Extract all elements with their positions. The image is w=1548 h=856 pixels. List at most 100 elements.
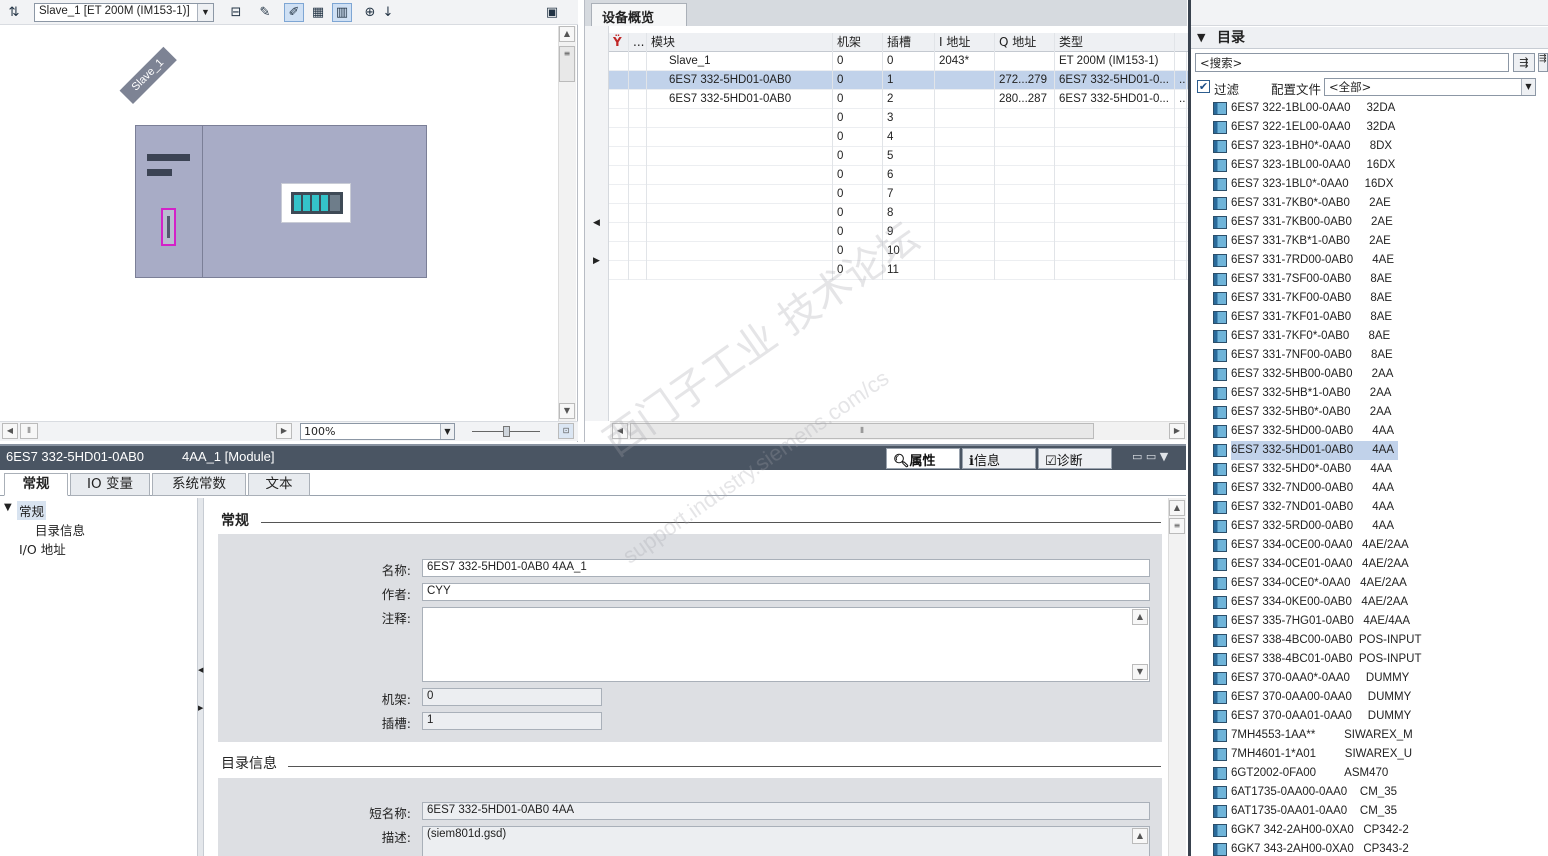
table-cell-slot[interactable]: 5 bbox=[883, 147, 935, 166]
table-cell-type[interactable] bbox=[1055, 204, 1175, 223]
table-cell-q-addr[interactable] bbox=[995, 223, 1055, 242]
list-item[interactable]: 6GK7 343-2AH00-0XA0 CP343-2 bbox=[1211, 840, 1531, 856]
table-cell-q-addr[interactable] bbox=[995, 261, 1055, 280]
expand-right-icon[interactable]: ▶ bbox=[593, 256, 600, 266]
table-cell-slot[interactable]: 8 bbox=[883, 204, 935, 223]
device-canvas[interactable]: Slave_1 bbox=[0, 26, 557, 419]
table-row[interactable]: 06 bbox=[609, 166, 1211, 185]
table-cell-q-addr[interactable]: 280...287 bbox=[995, 90, 1055, 109]
table-cell-more[interactable] bbox=[1175, 242, 1187, 261]
device-label-tag[interactable]: Slave_1 bbox=[119, 46, 177, 104]
scroll-right-icon[interactable]: ▶ bbox=[1169, 423, 1185, 439]
table-cell-slot[interactable]: 6 bbox=[883, 166, 935, 185]
table-cell-q-addr[interactable] bbox=[995, 242, 1055, 261]
column-header[interactable]: 机架 bbox=[833, 33, 883, 52]
table-cell-rack[interactable]: 0 bbox=[833, 166, 883, 185]
list-item[interactable]: 6ES7 332-5HD01-0AB0 4AA bbox=[1211, 441, 1531, 460]
table-cell-rack[interactable]: 0 bbox=[833, 204, 883, 223]
table-cell-more[interactable] bbox=[1175, 261, 1187, 280]
collapse-left-icon[interactable]: ◀ bbox=[198, 666, 203, 674]
list-item[interactable]: 6ES7 332-7ND00-0AB0 4AA bbox=[1211, 479, 1531, 498]
download-icon[interactable]: ↓ bbox=[378, 3, 398, 22]
table-cell-more[interactable] bbox=[1175, 223, 1187, 242]
tree-collapse-icon[interactable]: ▼ bbox=[4, 502, 12, 513]
tree-item-io-address[interactable]: I/O 地址 bbox=[19, 539, 66, 558]
table-cell-type[interactable] bbox=[1055, 261, 1175, 280]
table-cell-type[interactable]: 6ES7 332-5HD01-0... bbox=[1055, 71, 1175, 90]
table-cell-q-addr[interactable]: 272...279 bbox=[995, 71, 1055, 90]
list-item[interactable]: 6ES7 323-1BH0*-0AA0 8DX bbox=[1211, 137, 1531, 156]
list-item[interactable]: 7MH4553-1AA** SIWAREX_M bbox=[1211, 726, 1531, 745]
table-cell-type[interactable] bbox=[1055, 223, 1175, 242]
list-item[interactable]: 6GT2002-0FA00 ASM470 bbox=[1211, 764, 1531, 783]
rack[interactable] bbox=[135, 125, 427, 278]
table-cell-i-addr[interactable]: 2043* bbox=[935, 52, 995, 71]
list-item[interactable]: 6ES7 332-5HB0*-0AB0 2AA bbox=[1211, 403, 1531, 422]
table-cell-rack[interactable]: 0 bbox=[833, 90, 883, 109]
table-cell-slot[interactable]: 1 bbox=[883, 71, 935, 90]
table-cell-rack[interactable]: 0 bbox=[833, 128, 883, 147]
list-item[interactable]: 6ES7 332-7ND01-0AB0 4AA bbox=[1211, 498, 1531, 517]
list-item[interactable]: 7MH4601-1*A01 SIWAREX_U bbox=[1211, 745, 1531, 764]
search-backward-icon[interactable]: ⇶ bbox=[1538, 53, 1548, 72]
vertical-scrollbar[interactable]: ▲ ≡ ▼ bbox=[558, 26, 576, 422]
tab-system-constants[interactable]: 系统常数 bbox=[152, 473, 246, 496]
list-item[interactable]: 6ES7 322-1BL00-0AA0 32DA bbox=[1211, 99, 1531, 118]
vertical-scrollbar[interactable]: ▲ ≡ bbox=[1168, 498, 1186, 856]
author-field[interactable]: CYY bbox=[422, 583, 1150, 601]
tree-item-general[interactable]: 常规 bbox=[17, 501, 47, 520]
table-cell-q-addr[interactable] bbox=[995, 204, 1055, 223]
table-cell-module[interactable] bbox=[647, 261, 833, 280]
table-cell-i-addr[interactable] bbox=[935, 166, 995, 185]
table-cell-module[interactable] bbox=[647, 109, 833, 128]
table-cell-q-addr[interactable] bbox=[995, 109, 1055, 128]
list-item[interactable]: 6ES7 334-0CE0*-0AA0 4AE/2AA bbox=[1211, 574, 1531, 593]
list-item[interactable]: 6ES7 331-7KF0*-0AB0 8AE bbox=[1211, 327, 1531, 346]
list-item[interactable]: 6ES7 370-0AA0*-0AA0 DUMMY bbox=[1211, 669, 1531, 688]
pen-icon[interactable]: ✐ bbox=[284, 3, 304, 22]
table-cell-q-addr[interactable] bbox=[995, 147, 1055, 166]
list-item[interactable]: 6AT1735-0AA01-0AA0 CM_35 bbox=[1211, 802, 1531, 821]
table-cell-more[interactable] bbox=[1175, 128, 1187, 147]
column-header[interactable]: ... bbox=[629, 33, 647, 52]
scroll-right-icon[interactable]: ▶ bbox=[276, 423, 292, 439]
list-item[interactable]: 6ES7 332-5HD00-0AB0 4AA bbox=[1211, 422, 1531, 441]
chevron-down-icon[interactable]: ▼ bbox=[1521, 79, 1535, 95]
table-cell-i-addr[interactable] bbox=[935, 71, 995, 90]
list-item[interactable]: 6ES7 334-0KE00-0AB0 4AE/2AA bbox=[1211, 593, 1531, 612]
list-item[interactable]: 6ES7 335-7HG01-0AB0 4AE/4AA bbox=[1211, 612, 1531, 631]
table-cell-q-addr[interactable] bbox=[995, 128, 1055, 147]
list-item[interactable]: 6ES7 370-0AA01-0AA0 DUMMY bbox=[1211, 707, 1531, 726]
table-row[interactable]: 05 bbox=[609, 147, 1211, 166]
tab-device-overview[interactable]: 设备概览 bbox=[591, 3, 687, 26]
scroll-up-icon[interactable]: ▲ bbox=[559, 26, 575, 42]
scroll-left-icon[interactable]: ◀ bbox=[2, 423, 18, 439]
scroll-up-icon[interactable]: ▲ bbox=[1132, 609, 1148, 625]
list-item[interactable]: 6ES7 370-0AA00-0AA0 DUMMY bbox=[1211, 688, 1531, 707]
zoom-icon[interactable]: ⊕ bbox=[360, 3, 380, 22]
list-item[interactable]: 6ES7 331-7NF00-0AB0 8AE bbox=[1211, 346, 1531, 365]
table-cell-slot[interactable]: 7 bbox=[883, 185, 935, 204]
profibus-port[interactable] bbox=[161, 208, 176, 246]
table-cell-module[interactable] bbox=[647, 185, 833, 204]
tree-item-catalog-info[interactable]: 目录信息 bbox=[35, 520, 85, 539]
collapse-left-icon[interactable]: ◀ bbox=[593, 218, 600, 228]
list-item[interactable]: 6ES7 331-7KF01-0AB0 8AE bbox=[1211, 308, 1531, 327]
splitter[interactable]: ◀ ▶ bbox=[198, 498, 204, 856]
table-cell-i-addr[interactable] bbox=[935, 242, 995, 261]
table-cell-module[interactable]: Slave_1 bbox=[647, 52, 833, 71]
table-cell-module[interactable] bbox=[647, 242, 833, 261]
table-row[interactable]: 04 bbox=[609, 128, 1211, 147]
list-item[interactable]: 6GK7 342-2AH00-0XA0 CP342-2 bbox=[1211, 821, 1531, 840]
table-cell-i-addr[interactable] bbox=[935, 185, 995, 204]
list-item[interactable]: 6ES7 331-7KB0*-0AB0 2AE bbox=[1211, 194, 1531, 213]
table-cell-type[interactable] bbox=[1055, 128, 1175, 147]
table-cell-module[interactable] bbox=[647, 166, 833, 185]
list-item[interactable]: 6ES7 322-1EL00-0AA0 32DA bbox=[1211, 118, 1531, 137]
table-cell-rack[interactable]: 0 bbox=[833, 109, 883, 128]
scroll-thumb[interactable]: ⦀ bbox=[630, 423, 1094, 439]
list-item[interactable]: 6ES7 332-5HB*1-0AB0 2AA bbox=[1211, 384, 1531, 403]
table-row[interactable]: 03 bbox=[609, 109, 1211, 128]
scroll-up-icon[interactable]: ▲ bbox=[1132, 828, 1148, 844]
table-cell-rack[interactable]: 0 bbox=[833, 71, 883, 90]
